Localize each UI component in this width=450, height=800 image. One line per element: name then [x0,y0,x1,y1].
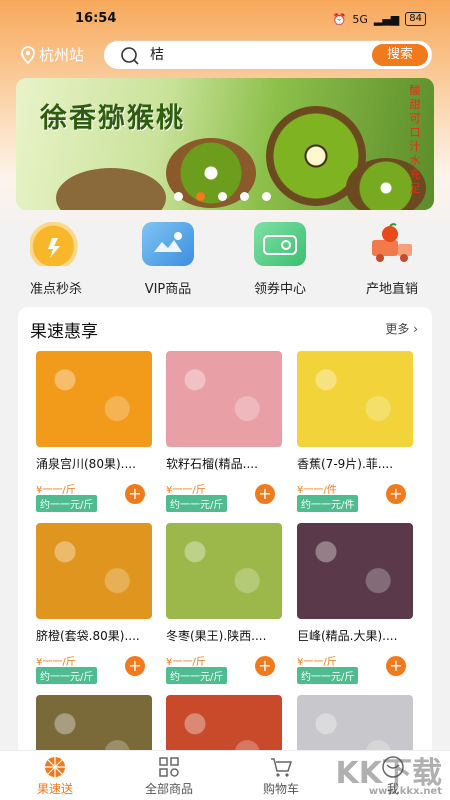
category-label: 领券中心 [253,282,306,297]
product-price: ¥一一/斤 [166,485,206,496]
price-estimate-tag: 约一一元/斤 [297,667,359,684]
category-label: VIP商品 [144,282,192,297]
section-title: 果速惠享 [30,322,98,342]
product-name[interactable]: 冬枣(果王).陕西.... [166,627,284,644]
banner-title: 徐香猕猴桃 [40,103,185,134]
product-image[interactable] [297,351,413,447]
banner-pagination [174,192,271,201]
add-to-cart-button[interactable]: + [125,484,145,504]
product-price: ¥一一/斤 [297,657,337,668]
status-icons: ⏰ 5G ▂▄▆ 84 [333,12,426,26]
banner-dot-active[interactable] [196,192,205,201]
location-label: 杭州站 [39,46,85,64]
nav-label: 全部商品 [144,782,193,796]
category-coupon[interactable]: 领券中心 [240,222,320,297]
cart-icon [236,755,326,779]
category-row: 准点秒杀 VIP商品 领券中心 产地直销 [0,222,450,298]
product-image[interactable] [297,523,413,619]
product-card[interactable]: 软籽石榴(精品.... ¥一一/斤 约一一元/斤 + [166,351,284,512]
add-to-cart-button[interactable]: + [255,656,275,676]
category-label: 准点秒杀 [29,282,82,297]
deals-section: 果速惠享 更多 › 涌泉宫川(80果).... ¥一一/斤 约一一元/斤 + 软籽石榴(… [18,307,432,767]
banner-dot[interactable] [218,192,227,201]
nav-label: 购物车 [262,782,299,796]
price-estimate-tag: 约一一元/斤 [166,667,228,684]
more-link[interactable]: 更多 › [385,320,418,337]
product-card[interactable]: 巨峰(精品.大果).... ¥一一/斤 约一一元/斤 + [297,523,415,684]
chevron-right-icon: › [413,322,418,336]
nav-cart[interactable]: 购物车 [236,755,326,797]
category-label: 产地直销 [365,282,418,297]
product-price: ¥一一/斤 [166,657,206,668]
signal-label: 5G [352,12,368,26]
product-card[interactable]: 脐橙(套袋.80果).... ¥一一/斤 约一一元/斤 + [36,523,154,684]
price-estimate-tag: 约一一元/件 [297,495,359,512]
nav-home[interactable]: 果速送 [10,755,100,797]
battery-icon: 84 [405,12,426,26]
location-selector[interactable]: 杭州站 [20,44,84,65]
product-price: ¥一一/斤 [36,485,76,496]
search-bar: 搜索 [103,40,433,70]
price-estimate-tag: 约一一元/斤 [36,667,98,684]
category-direct-sale[interactable]: 产地直销 [352,222,432,297]
alarm-icon: ⏰ [332,12,347,26]
product-image[interactable] [36,523,152,619]
product-name[interactable]: 脐橙(套袋.80果).... [36,627,154,644]
add-to-cart-button[interactable]: + [386,656,406,676]
vip-icon [142,222,194,266]
watermark: KK下载 www.kkx.net [336,748,443,797]
add-to-cart-button[interactable]: + [255,484,275,504]
coupon-icon [254,222,306,266]
nav-all-products[interactable]: 全部商品 [124,755,214,797]
price-estimate-tag: 约一一元/斤 [166,495,228,512]
product-price: ¥一一/件 [297,485,337,496]
category-flash-sale[interactable]: 准点秒杀 [16,222,96,297]
status-time: 16:54 [75,11,117,26]
search-button[interactable]: 搜索 [372,44,428,66]
promo-banner[interactable]: 徐香猕猴桃 酸甜可口 汁水充足 [16,78,434,210]
more-label: 更多 [385,322,410,336]
product-image[interactable] [166,523,282,619]
product-card[interactable]: 涌泉宫川(80果).... ¥一一/斤 约一一元/斤 + [36,351,154,512]
product-price: ¥一一/斤 [36,657,76,668]
banner-dot[interactable] [240,192,249,201]
product-name[interactable]: 香蕉(7-9片).菲.... [297,455,415,472]
product-image[interactable] [166,351,282,447]
search-icon [121,47,139,65]
search-input[interactable] [150,46,350,62]
product-card[interactable]: 香蕉(7-9片).菲.... ¥一一/件 约一一元/件 + [297,351,415,512]
product-name[interactable]: 巨峰(精品.大果).... [297,627,415,644]
delivery-truck-icon [366,222,418,266]
product-image[interactable] [36,351,152,447]
add-to-cart-button[interactable]: + [386,484,406,504]
location-pin-icon [21,45,35,64]
signal-icon: ▂▄▆ [373,12,400,26]
status-bar: 16:54 ⏰ 5G ▂▄▆ 84 [0,8,450,32]
home-fruit-icon [10,755,100,779]
flash-sale-icon [30,222,82,266]
grid-icon [124,755,214,779]
add-to-cart-button[interactable]: + [125,656,145,676]
product-name[interactable]: 软籽石榴(精品.... [166,455,284,472]
banner-dot[interactable] [262,192,271,201]
banner-side-text: 酸甜可口 汁水充足 [409,84,421,195]
category-vip[interactable]: VIP商品 [128,222,208,297]
kiwi-image [56,168,166,210]
product-name[interactable]: 涌泉宫川(80果).... [36,455,154,472]
nav-label: 果速送 [36,782,73,796]
product-card[interactable]: 冬枣(果王).陕西.... ¥一一/斤 约一一元/斤 + [166,523,284,684]
price-estimate-tag: 约一一元/斤 [36,495,98,512]
banner-dot[interactable] [174,192,183,201]
